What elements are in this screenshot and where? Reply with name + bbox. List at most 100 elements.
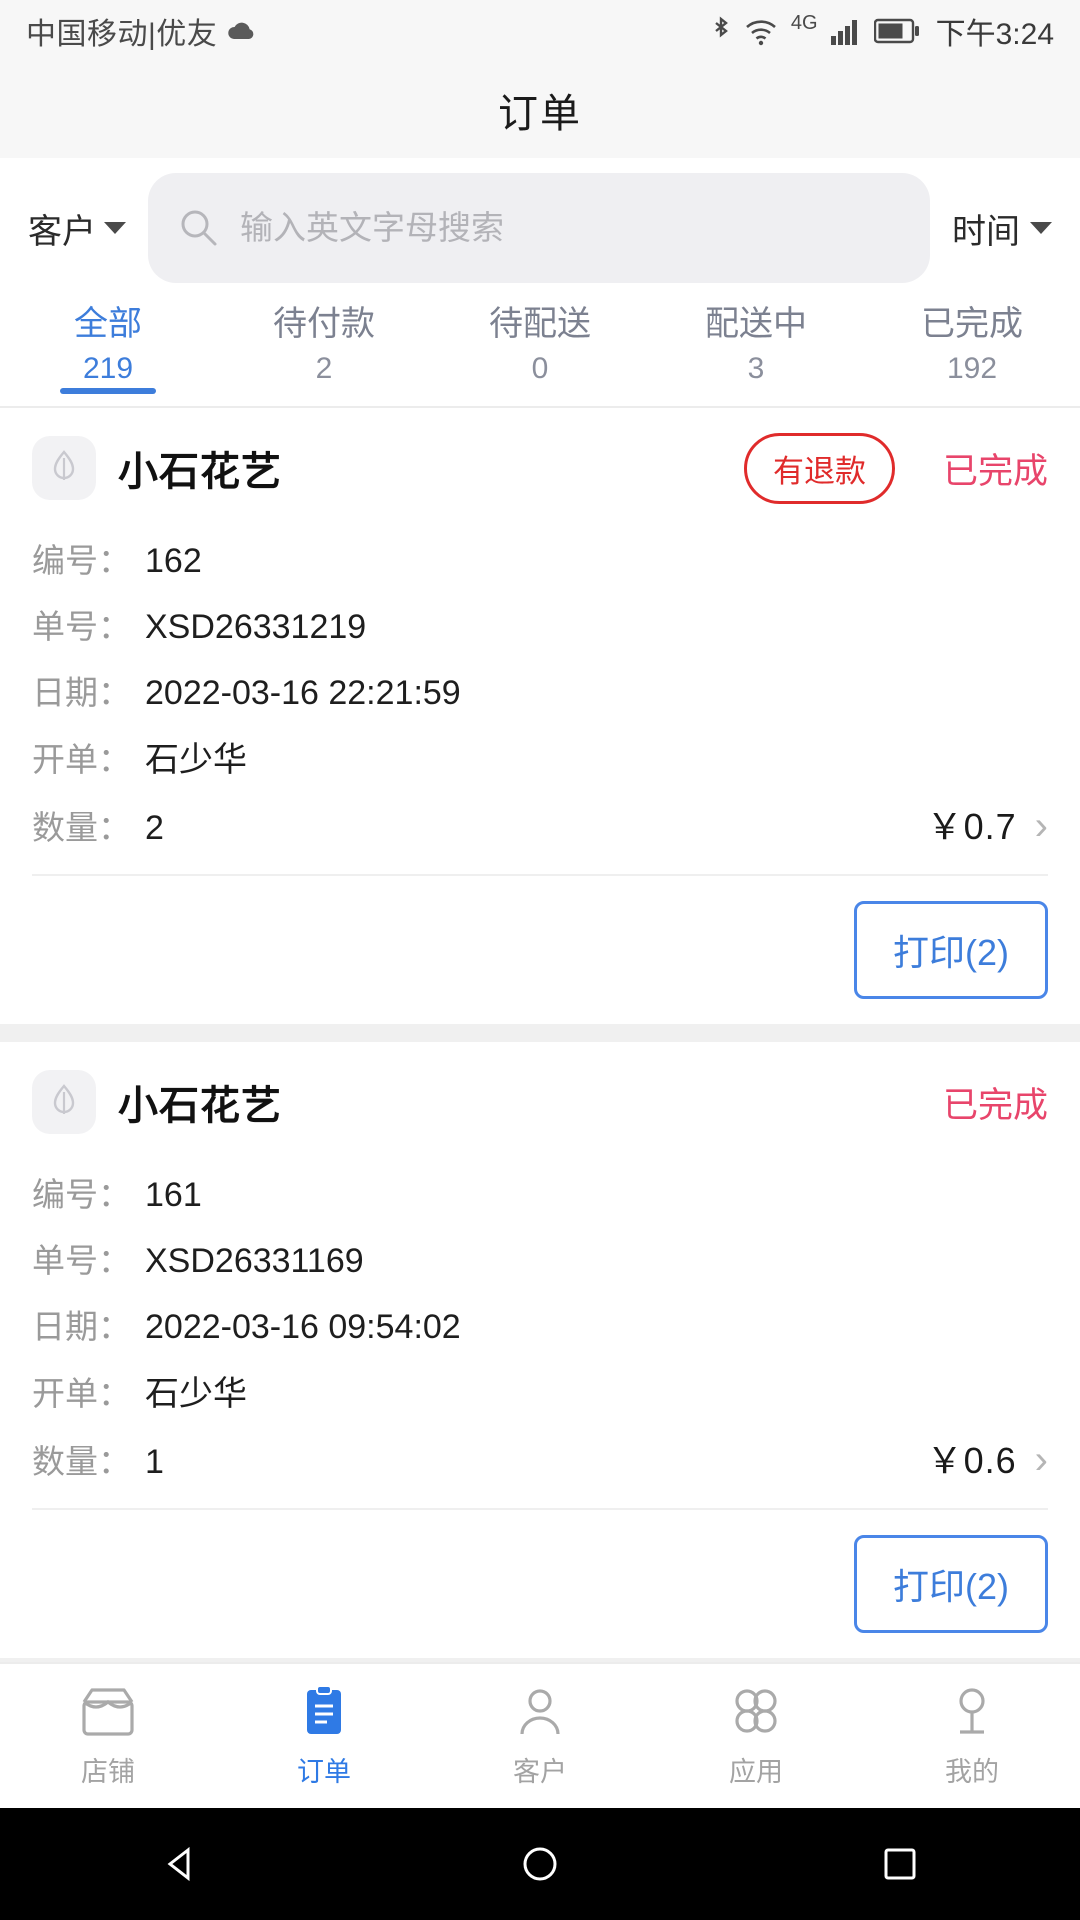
status-badge: 已完成	[942, 451, 1048, 491]
order-card-footer: 打印(2)	[32, 1508, 1048, 1658]
tab-all[interactable]: 全部 219	[0, 298, 216, 392]
avatar	[32, 1070, 96, 1134]
page-title: 订单	[498, 92, 582, 136]
status-bar-left: 中国移动|优友	[26, 9, 255, 53]
tab-in-delivery[interactable]: 配送中 3	[648, 298, 864, 392]
android-home-button[interactable]	[360, 1842, 720, 1886]
order-code-label: 编号：	[32, 542, 131, 579]
carrier-label: 中国移动|优友	[26, 18, 218, 51]
order-status-tabs: 全部 219 待付款 2 待配送 0 配送中 3 已完成 192	[0, 298, 1080, 408]
order-amount: ￥0.7	[926, 806, 1017, 847]
order-operator-label: 开单：	[32, 1375, 131, 1412]
order-card-footer: 打印(2)	[32, 874, 1048, 1024]
order-no-label: 单号：	[32, 608, 131, 645]
order-clipboard-icon	[294, 1684, 354, 1740]
order-date-value: 2022-03-16 09:54:02	[145, 1308, 461, 1346]
search-icon	[178, 207, 220, 249]
bluetooth-icon	[711, 15, 731, 47]
order-card[interactable]: 小石花艺 已完成 编号： 161 单号： XSD26331169 日期： 202…	[0, 1042, 1080, 1658]
order-code-row: 编号： 161	[32, 1168, 1048, 1234]
recents-square-icon	[878, 1842, 922, 1886]
time-filter-label: 时间	[952, 212, 1020, 251]
shop-name: 小石花艺	[118, 1084, 282, 1128]
shop-name: 小石花艺	[118, 450, 282, 494]
print-button[interactable]: 打印(2)	[854, 1535, 1048, 1633]
status-bar: 中国移动|优友 4G 下午3:24	[0, 0, 1080, 62]
nav-item-profile[interactable]: 我的	[864, 1684, 1080, 1789]
app-screen: 中国移动|优友 4G 下午3:24 订单 客户 输入英文字母搜索 时间 全部 2…	[0, 0, 1080, 1920]
order-quantity-value: 1	[145, 1443, 164, 1481]
clock-label: 下午3:24	[935, 18, 1054, 51]
back-triangle-icon	[158, 1842, 202, 1886]
order-date-row: 日期： 2022-03-16 22:21:59	[32, 666, 1048, 732]
status-badge: 已完成	[942, 1085, 1048, 1125]
tab-label: 已完成	[921, 305, 1023, 343]
order-code-value: 162	[145, 542, 202, 580]
tab-pending-payment[interactable]: 待付款 2	[216, 298, 432, 392]
order-no-row: 单号： XSD26331169	[32, 1234, 1048, 1300]
shop-icon	[78, 1684, 138, 1740]
profile-icon	[942, 1684, 1002, 1740]
chevron-down-icon	[1030, 222, 1052, 234]
order-quantity-row[interactable]: 数量： 2 ￥0.7 ›	[32, 798, 1048, 864]
network-type-label: 4G	[790, 11, 818, 34]
chevron-down-icon	[104, 222, 126, 234]
order-no-label: 单号：	[32, 1242, 131, 1279]
android-recents-button[interactable]	[720, 1842, 1080, 1886]
tab-label: 配送中	[705, 305, 807, 343]
order-quantity-row[interactable]: 数量： 1 ￥0.6 ›	[32, 1432, 1048, 1498]
nav-label: 应用	[729, 1756, 783, 1787]
order-card-header: 小石花艺 有退款 已完成	[32, 408, 1048, 528]
nav-label: 客户	[513, 1756, 567, 1787]
order-operator-row: 开单： 石少华	[32, 1366, 1048, 1432]
refund-badge: 有退款	[743, 432, 895, 504]
android-back-button[interactable]	[0, 1842, 360, 1886]
wifi-icon	[743, 16, 779, 46]
order-quantity-label: 数量：	[32, 1443, 131, 1480]
signal-icon	[830, 16, 862, 46]
tab-count: 3	[747, 352, 765, 385]
nav-label: 店铺	[81, 1756, 135, 1787]
order-date-row: 日期： 2022-03-16 09:54:02	[32, 1300, 1048, 1366]
android-system-bar	[0, 1808, 1080, 1920]
status-bar-right: 4G 下午3:24	[711, 9, 1054, 53]
time-filter-dropdown[interactable]: 时间	[952, 204, 1052, 253]
order-quantity-value: 2	[145, 809, 164, 847]
tab-label: 全部	[74, 305, 142, 343]
tab-completed[interactable]: 已完成 192	[864, 298, 1080, 392]
apps-grid-icon	[726, 1684, 786, 1740]
search-input-container[interactable]	[148, 173, 930, 283]
order-operator-row: 开单： 石少华	[32, 732, 1048, 798]
order-details: 编号： 161 单号： XSD26331169 日期： 2022-03-16 0…	[32, 1162, 1048, 1508]
order-operator-value: 石少华	[145, 741, 247, 779]
print-button[interactable]: 打印(2)	[854, 901, 1048, 999]
chevron-right-icon[interactable]: ›	[1035, 806, 1048, 846]
order-no-value: XSD26331219	[145, 608, 367, 646]
customer-filter-dropdown[interactable]: 客户	[28, 204, 126, 253]
order-code-row: 编号： 162	[32, 534, 1048, 600]
search-input[interactable]	[240, 209, 900, 247]
cloud-icon	[227, 20, 255, 42]
search-bar: 客户 时间	[0, 158, 1080, 298]
nav-item-shop[interactable]: 店铺	[0, 1684, 216, 1789]
bottom-navigation: 店铺 订单 客户 应用 我的	[0, 1662, 1080, 1808]
order-card-header: 小石花艺 已完成	[32, 1042, 1048, 1162]
nav-item-orders[interactable]: 订单	[216, 1684, 432, 1789]
order-list[interactable]: 小石花艺 有退款 已完成 编号： 162 单号： XSD26331219 日期：…	[0, 408, 1080, 1662]
tab-pending-delivery[interactable]: 待配送 0	[432, 298, 648, 392]
customer-person-icon	[510, 1684, 570, 1740]
nav-item-customers[interactable]: 客户	[432, 1684, 648, 1789]
home-circle-icon	[518, 1842, 562, 1886]
tab-label: 待付款	[273, 305, 375, 343]
nav-item-apps[interactable]: 应用	[648, 1684, 864, 1789]
battery-icon	[873, 18, 920, 44]
order-card[interactable]: 小石花艺 有退款 已完成 编号： 162 单号： XSD26331219 日期：…	[0, 408, 1080, 1024]
order-operator-value: 石少华	[145, 1375, 247, 1413]
order-no-value: XSD26331169	[145, 1242, 364, 1280]
order-code-value: 161	[145, 1176, 202, 1214]
tab-count: 2	[315, 352, 333, 385]
tab-count: 0	[531, 352, 549, 385]
chevron-right-icon[interactable]: ›	[1035, 1440, 1048, 1480]
order-no-row: 单号： XSD26331219	[32, 600, 1048, 666]
order-operator-label: 开单：	[32, 741, 131, 778]
